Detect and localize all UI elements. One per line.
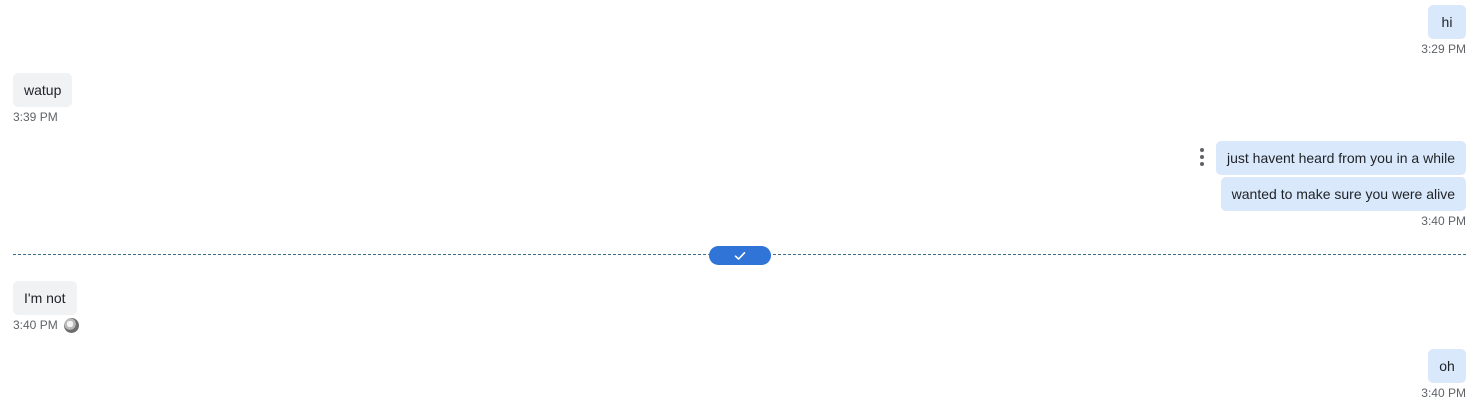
checkmark-icon [734, 251, 746, 260]
message-timestamp: 3:40 PM [1421, 214, 1466, 228]
read-marker-button[interactable] [709, 246, 771, 265]
message-bubble-outgoing[interactable]: hi [1428, 5, 1466, 39]
message-timestamp: 3:29 PM [1421, 42, 1466, 56]
message-bubble-incoming[interactable]: watup [13, 73, 73, 107]
message-timestamp: 3:40 PM [13, 318, 58, 332]
message-bubble-outgoing[interactable]: wanted to make sure you were alive [1220, 177, 1466, 211]
message-options-icon[interactable] [1198, 147, 1206, 169]
message-bubble-outgoing[interactable]: just havent heard from you in a while [1215, 141, 1466, 175]
message-bubble-outgoing[interactable]: oh [1428, 349, 1466, 383]
message-bubble-incoming[interactable]: I'm not [13, 281, 77, 315]
message-timestamp: 3:40 PM [1421, 386, 1466, 400]
message-timestamp: 3:39 PM [13, 110, 58, 124]
read-receipt-avatar-icon [64, 318, 79, 333]
